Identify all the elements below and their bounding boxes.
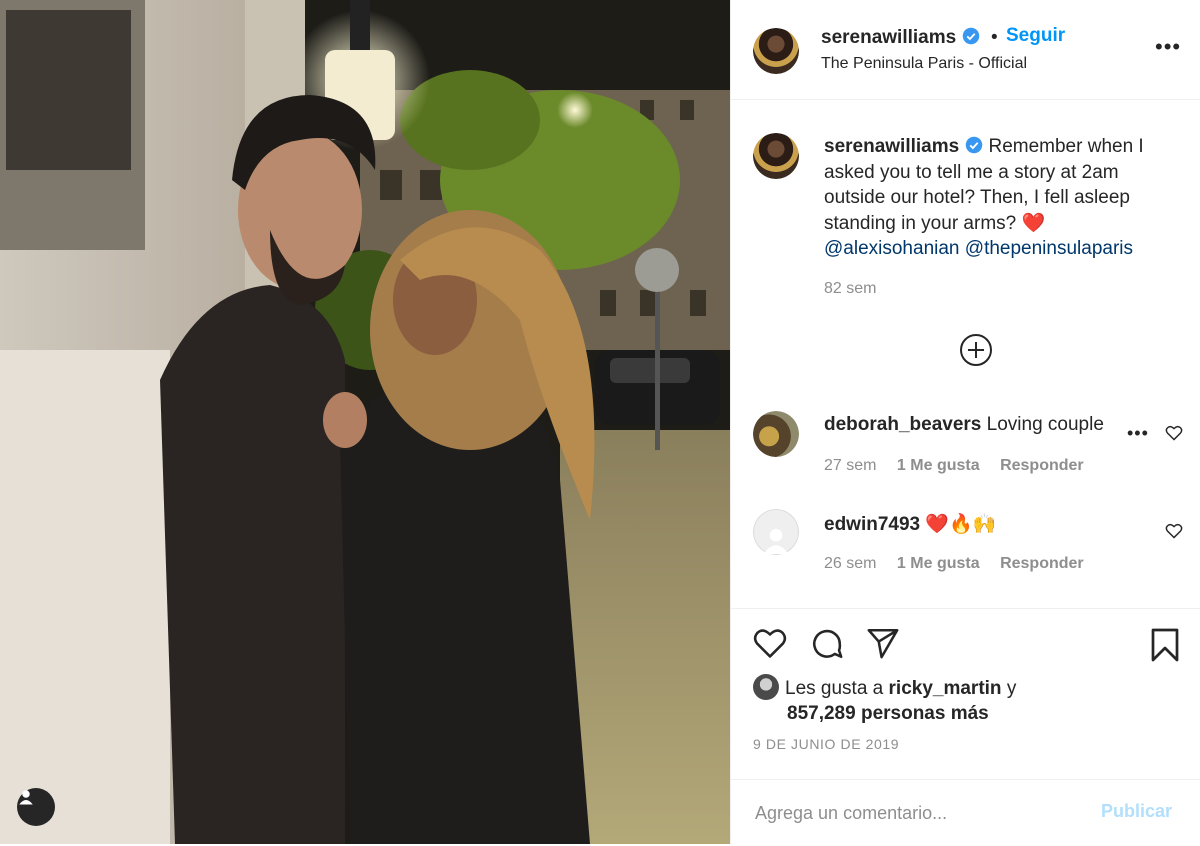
comment-like-heart-icon[interactable]: [1165, 425, 1183, 441]
comment-username[interactable]: edwin7493: [824, 514, 920, 535]
add-comment-bar: Publicar: [731, 779, 1200, 846]
photo-illustration: [0, 0, 730, 844]
commenter-avatar[interactable]: [753, 411, 799, 457]
verified-badge-icon: [965, 136, 983, 154]
comment-bubble-icon[interactable]: [810, 627, 844, 661]
verified-badge-icon: [962, 27, 980, 45]
comment-text: deborah_beavers Loving couple: [824, 414, 1114, 436]
comment-item: edwin7493 ❤️🔥🙌 26 sem 1 Me gusta Respond…: [731, 503, 1200, 593]
comment-body: ❤️🔥🙌: [925, 514, 997, 535]
author-avatar[interactable]: [753, 28, 799, 74]
likes-conj: y: [1006, 678, 1017, 699]
save-bookmark-icon[interactable]: [1149, 627, 1181, 663]
comment-like-heart-icon[interactable]: [1165, 523, 1183, 539]
comment-item: deborah_beavers Loving couple ••• 27 sem…: [731, 405, 1200, 495]
follow-button[interactable]: Seguir: [1006, 25, 1065, 47]
likes-count[interactable]: 857,289 personas más: [787, 703, 989, 724]
comment-meta: 26 sem 1 Me gusta Responder: [824, 555, 1100, 573]
post-date[interactable]: 9 DE JUNIO DE 2019: [753, 736, 899, 752]
liker-avatar[interactable]: [753, 674, 779, 700]
author-username[interactable]: serenawilliams: [821, 27, 956, 48]
tagged-users-button[interactable]: [17, 788, 55, 826]
likes-summary: Les gusta a ricky_martin y 857,289 perso…: [753, 674, 1016, 726]
post-actions-section: Les gusta a ricky_martin y 857,289 perso…: [731, 608, 1200, 845]
post-photo[interactable]: [0, 0, 730, 844]
post-location[interactable]: The Peninsula Paris - Official: [821, 55, 1027, 73]
default-avatar-icon: [763, 529, 789, 554]
post-sidebar: serenawilliams • Seguir The Peninsula Pa…: [730, 0, 1200, 844]
load-more-comments-icon[interactable]: [959, 333, 993, 367]
caption-timestamp[interactable]: 82 sem: [824, 280, 876, 298]
like-heart-icon[interactable]: [753, 627, 787, 659]
caption-author-avatar[interactable]: [753, 133, 799, 179]
more-options-icon[interactable]: •••: [1155, 34, 1181, 60]
comment-more-icon[interactable]: •••: [1127, 423, 1149, 444]
comment-reply-button[interactable]: Responder: [1000, 555, 1084, 572]
caption-text-block: serenawilliams Remember when I asked you…: [824, 134, 1164, 262]
comment-likes-count[interactable]: 1 Me gusta: [897, 555, 980, 572]
comment-reply-button[interactable]: Responder: [1000, 457, 1084, 474]
comment-time[interactable]: 27 sem: [824, 457, 876, 474]
likes-prefix: Les gusta a: [785, 678, 884, 699]
instagram-post-modal: serenawilliams • Seguir The Peninsula Pa…: [0, 0, 1200, 844]
liker-username[interactable]: ricky_martin: [889, 678, 1002, 699]
comment-username[interactable]: deborah_beavers: [824, 414, 981, 435]
comment-body: Loving couple: [986, 414, 1104, 435]
comment-likes-count[interactable]: 1 Me gusta: [897, 457, 980, 474]
post-header: serenawilliams • Seguir The Peninsula Pa…: [731, 0, 1200, 100]
share-send-icon[interactable]: [866, 627, 900, 659]
publish-button[interactable]: Publicar: [1101, 801, 1172, 822]
add-comment-input[interactable]: [753, 792, 1077, 834]
user-icon: [19, 790, 33, 805]
comment-text: edwin7493 ❤️🔥🙌: [824, 512, 1114, 536]
commenter-avatar[interactable]: [753, 509, 799, 555]
mention-link[interactable]: @alexisohanian: [824, 238, 960, 259]
separator-dot: •: [991, 27, 998, 48]
comment-meta: 27 sem 1 Me gusta Responder: [824, 457, 1100, 475]
author-username-row: serenawilliams: [821, 27, 980, 49]
comment-time[interactable]: 26 sem: [824, 555, 876, 572]
caption-username[interactable]: serenawilliams: [824, 136, 959, 157]
mention-link[interactable]: @thepeninsulaparis: [965, 238, 1133, 259]
